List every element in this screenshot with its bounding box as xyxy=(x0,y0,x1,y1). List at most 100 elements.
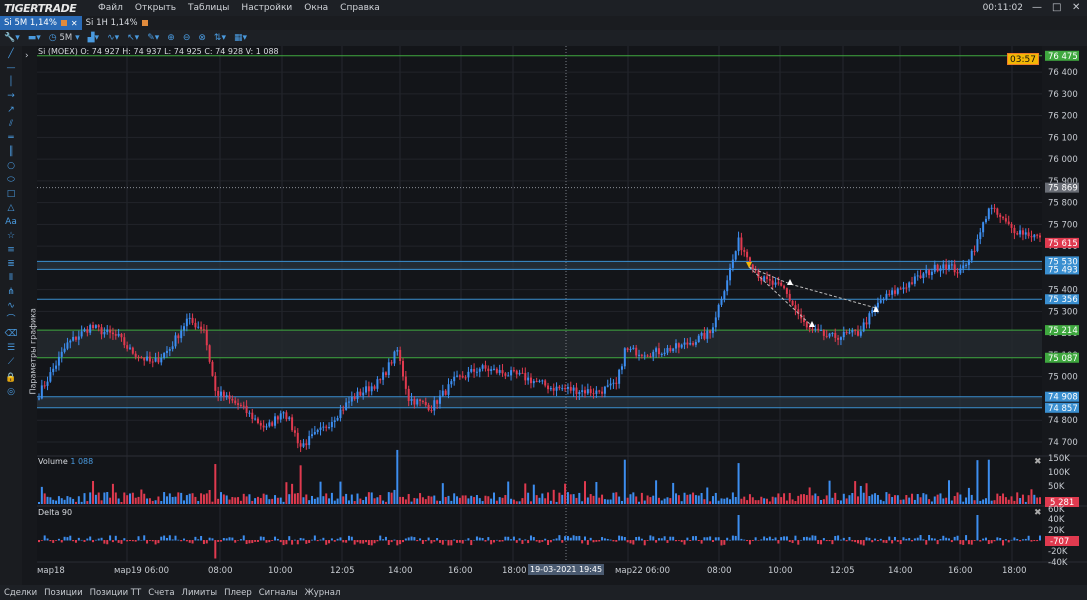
candle-body xyxy=(376,379,379,389)
candle-body xyxy=(996,208,999,215)
delta-bar xyxy=(794,535,797,541)
volume-bar xyxy=(148,498,151,504)
volume-bar xyxy=(729,499,732,504)
volume-bar xyxy=(507,481,510,504)
candle-body xyxy=(584,390,586,394)
volume-bar xyxy=(566,492,569,504)
candle-body xyxy=(57,356,60,366)
volume-bar xyxy=(339,481,342,504)
volume-bar xyxy=(470,495,473,504)
delta-bar xyxy=(413,537,416,541)
volume-bar xyxy=(848,495,851,504)
price-tag-label: 74 857 xyxy=(1048,404,1078,414)
candle-body xyxy=(473,369,476,372)
zone-band xyxy=(37,330,1042,358)
delta-bar xyxy=(433,540,436,542)
delta-bar xyxy=(262,536,265,541)
candle-body xyxy=(382,372,385,380)
delta-bar xyxy=(660,538,663,541)
volume-bar xyxy=(808,487,811,504)
volume-bar xyxy=(928,499,931,504)
delta-bar xyxy=(620,536,623,541)
candle-body xyxy=(942,264,945,269)
candle-body xyxy=(362,392,365,396)
delta-bar xyxy=(785,536,788,541)
delta-bar xyxy=(740,538,743,541)
delta-bar xyxy=(609,539,612,541)
candle-body xyxy=(723,291,726,300)
tab-positions[interactable]: Позиции xyxy=(40,588,85,598)
volume-bar xyxy=(680,501,683,504)
candle-body xyxy=(868,313,871,325)
candle-body xyxy=(265,426,268,428)
delta-bar xyxy=(407,537,410,541)
tab-journal[interactable]: Журнал xyxy=(301,588,344,598)
volume-bar xyxy=(740,498,743,504)
delta-bar xyxy=(453,539,456,541)
volume-bar xyxy=(140,489,143,504)
candle-body xyxy=(544,380,547,386)
delta-bar xyxy=(137,536,140,541)
delta-bar xyxy=(143,535,146,541)
delta-bar xyxy=(845,540,848,542)
delta-bar xyxy=(549,540,552,543)
volume-bar xyxy=(254,498,257,504)
close-volume-icon[interactable]: ✖ xyxy=(1034,457,1042,467)
tab-player[interactable]: Плеер xyxy=(220,588,255,598)
delta-bar xyxy=(686,537,689,541)
volume-bar xyxy=(347,500,350,504)
delta-bar xyxy=(123,538,126,541)
volume-bar xyxy=(518,501,521,504)
delta-bar xyxy=(404,538,407,541)
close-delta-icon[interactable]: ✖ xyxy=(1034,508,1042,518)
delta-bar xyxy=(754,537,757,541)
candle-body xyxy=(131,347,134,354)
candle-body xyxy=(350,396,353,402)
candle-body xyxy=(254,418,257,420)
candle-body xyxy=(342,409,345,411)
volume-bar xyxy=(501,497,504,504)
price-tick-label: 74 800 xyxy=(1048,416,1078,426)
tab-positions-tt[interactable]: Позиции ТТ xyxy=(86,588,145,598)
candle-body xyxy=(242,405,245,407)
volume-bar xyxy=(461,495,464,504)
delta-bar xyxy=(154,540,157,545)
candle-body xyxy=(461,375,464,378)
delta-bar xyxy=(248,540,251,544)
delta-bar xyxy=(302,538,305,541)
volume-bar xyxy=(313,498,316,504)
candle-body xyxy=(578,392,581,395)
price-chart[interactable]: 76 40076 30076 20076 10076 00075 90075 8… xyxy=(0,0,1087,600)
delta-bar xyxy=(689,540,692,542)
volume-bar xyxy=(200,493,203,504)
candle-body xyxy=(1030,236,1033,238)
tab-accounts[interactable]: Счета xyxy=(144,588,177,598)
delta-bar xyxy=(919,535,922,541)
candle-body xyxy=(339,409,342,419)
delta-bar xyxy=(495,539,498,541)
volume-bar xyxy=(120,501,123,504)
candle-body xyxy=(766,276,768,280)
delta-bar xyxy=(52,540,55,543)
tab-signals[interactable]: Сигналы xyxy=(255,588,301,598)
candle-body xyxy=(171,346,174,350)
candle-body xyxy=(137,356,140,358)
delta-bar xyxy=(677,540,680,541)
delta-bar xyxy=(595,540,598,542)
volume-bar xyxy=(623,459,626,504)
candle-body xyxy=(248,412,251,414)
candle-body xyxy=(205,329,208,346)
volume-bar xyxy=(74,501,77,504)
candle-body xyxy=(478,368,481,372)
delta-bar xyxy=(191,540,194,544)
volume-value: 1 088 xyxy=(70,457,94,466)
delta-bar xyxy=(865,537,868,541)
candle-body xyxy=(228,395,231,399)
tab-limits[interactable]: Лимиты xyxy=(178,588,221,598)
delta-bar xyxy=(46,538,49,541)
volume-bar xyxy=(228,499,231,504)
candle-body xyxy=(180,330,183,339)
candle-body xyxy=(683,342,686,345)
tab-trades[interactable]: Сделки xyxy=(0,588,40,598)
volume-bar xyxy=(185,495,188,504)
